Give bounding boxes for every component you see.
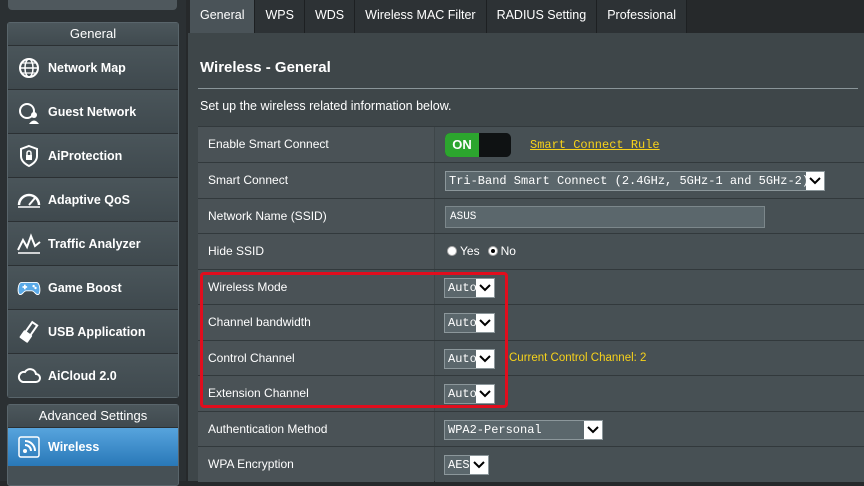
setting-value: Yes No bbox=[435, 234, 864, 269]
sidebar-item-usb-application[interactable]: USB Application bbox=[8, 309, 178, 353]
setting-label: Authentication Method bbox=[198, 412, 434, 447]
tab-bar: General WPS WDS Wireless MAC Filter RADI… bbox=[190, 0, 687, 33]
row-enable-smart-connect: Enable Smart Connect ON Smart Connect Ru… bbox=[198, 126, 864, 162]
general-header: General bbox=[8, 23, 178, 45]
chevron-down-icon bbox=[584, 421, 602, 439]
toggle-knob bbox=[479, 133, 511, 157]
sidebar-item-traffic-analyzer[interactable]: Traffic Analyzer bbox=[8, 221, 178, 265]
gamepad-icon bbox=[16, 275, 42, 301]
setting-label: WPA Encryption bbox=[198, 447, 434, 482]
sidebar-item-label: Network Map bbox=[48, 60, 126, 75]
wpa-encryption-select[interactable]: AES bbox=[444, 455, 489, 475]
row-smart-connect: Smart Connect Tri-Band Smart Connect (2.… bbox=[198, 162, 864, 198]
setting-value: ON Smart Connect Rule bbox=[435, 127, 864, 162]
sidebar-item-wireless[interactable]: Wireless bbox=[8, 427, 178, 466]
lock-shield-icon bbox=[16, 143, 42, 169]
select-value: Tri-Band Smart Connect (2.4GHz, 5GHz-1 a… bbox=[449, 174, 810, 188]
usb-icon bbox=[16, 319, 42, 345]
tab-wds[interactable]: WDS bbox=[304, 0, 356, 33]
sidebar-item-label: USB Application bbox=[48, 324, 146, 339]
sidebar-item-label: Traffic Analyzer bbox=[48, 236, 141, 251]
toggle-on-label: ON bbox=[445, 133, 479, 157]
tab-radius-setting[interactable]: RADIUS Setting bbox=[486, 0, 598, 33]
globe-icon bbox=[16, 55, 42, 81]
select-value: AES bbox=[448, 458, 470, 472]
setting-value: WPA2-Personal bbox=[435, 412, 864, 447]
advanced-settings-menu: Advanced Settings Wireless bbox=[7, 404, 179, 486]
sidebar-item-label: Game Boost bbox=[48, 280, 122, 295]
ssid-input[interactable]: ASUS bbox=[445, 206, 765, 228]
hide-ssid-yes-radio[interactable] bbox=[447, 246, 457, 256]
smart-connect-rule-link[interactable]: Smart Connect Rule bbox=[530, 138, 660, 152]
sidebar-item-aiprotection[interactable]: AiProtection bbox=[8, 133, 178, 177]
annotation-highlight-box bbox=[200, 272, 508, 408]
sidebar: General Network Map Guest Network AiProt… bbox=[0, 0, 186, 486]
setting-label: Enable Smart Connect bbox=[198, 127, 434, 162]
chevron-down-icon bbox=[470, 456, 488, 474]
setting-label: Hide SSID bbox=[198, 234, 434, 269]
sidebar-item-game-boost[interactable]: Game Boost bbox=[8, 265, 178, 309]
smart-connect-toggle[interactable]: ON bbox=[445, 133, 511, 157]
tab-professional[interactable]: Professional bbox=[597, 0, 687, 33]
page-title: Wireless - General bbox=[200, 59, 331, 76]
sidebar-item-label: AiProtection bbox=[48, 148, 123, 163]
row-hide-ssid: Hide SSID Yes No bbox=[198, 233, 864, 269]
row-ssid: Network Name (SSID) ASUS bbox=[198, 198, 864, 234]
radio-label-no: No bbox=[500, 244, 516, 258]
sidebar-item-label: Adaptive QoS bbox=[48, 192, 130, 207]
setting-value: AES bbox=[435, 447, 864, 482]
setting-label: Network Name (SSID) bbox=[198, 199, 434, 234]
sidebar-item-network-map[interactable]: Network Map bbox=[8, 45, 178, 89]
row-wpa-encryption: WPA Encryption AES bbox=[198, 446, 864, 482]
smart-connect-select[interactable]: Tri-Band Smart Connect (2.4GHz, 5GHz-1 a… bbox=[445, 171, 825, 191]
sidebar-item-label: AiCloud 2.0 bbox=[48, 368, 117, 383]
setting-value: Tri-Band Smart Connect (2.4GHz, 5GHz-1 a… bbox=[435, 163, 864, 198]
main-content: Wireless - General Set up the wireless r… bbox=[188, 33, 864, 482]
cloud-icon bbox=[16, 363, 42, 389]
tab-wireless-mac-filter[interactable]: Wireless MAC Filter bbox=[355, 0, 487, 33]
gauge-icon bbox=[16, 187, 42, 213]
sidebar-top-panel bbox=[8, 0, 177, 10]
hide-ssid-no-radio[interactable] bbox=[487, 246, 498, 256]
select-value: WPA2-Personal bbox=[448, 423, 542, 437]
tab-wps[interactable]: WPS bbox=[255, 0, 305, 33]
sidebar-item-guest-network[interactable]: Guest Network bbox=[8, 89, 178, 133]
advanced-settings-header: Advanced Settings bbox=[8, 405, 178, 427]
title-divider bbox=[198, 88, 858, 89]
authentication-method-select[interactable]: WPA2-Personal bbox=[444, 420, 603, 440]
chevron-down-icon bbox=[806, 172, 824, 190]
setting-label: Smart Connect bbox=[198, 163, 434, 198]
current-control-channel-note: Current Control Channel: 2 bbox=[509, 352, 647, 364]
row-authentication-method: Authentication Method WPA2-Personal bbox=[198, 411, 864, 447]
general-menu: General Network Map Guest Network AiProt… bbox=[7, 22, 179, 398]
sidebar-item-aicloud[interactable]: AiCloud 2.0 bbox=[8, 353, 178, 397]
sidebar-item-label: Guest Network bbox=[48, 104, 137, 119]
traffic-chart-icon bbox=[16, 231, 42, 257]
sidebar-item-adaptive-qos[interactable]: Adaptive QoS bbox=[8, 177, 178, 221]
setting-value: ASUS bbox=[435, 199, 864, 234]
sidebar-item-label: Wireless bbox=[48, 440, 100, 454]
radio-label-yes: Yes bbox=[460, 244, 480, 258]
guest-network-icon bbox=[16, 99, 42, 125]
hide-ssid-radio-group: Yes No bbox=[447, 244, 524, 258]
page-subtitle: Set up the wireless related information … bbox=[200, 99, 452, 113]
tab-general[interactable]: General bbox=[190, 0, 256, 33]
wifi-icon bbox=[16, 434, 42, 460]
